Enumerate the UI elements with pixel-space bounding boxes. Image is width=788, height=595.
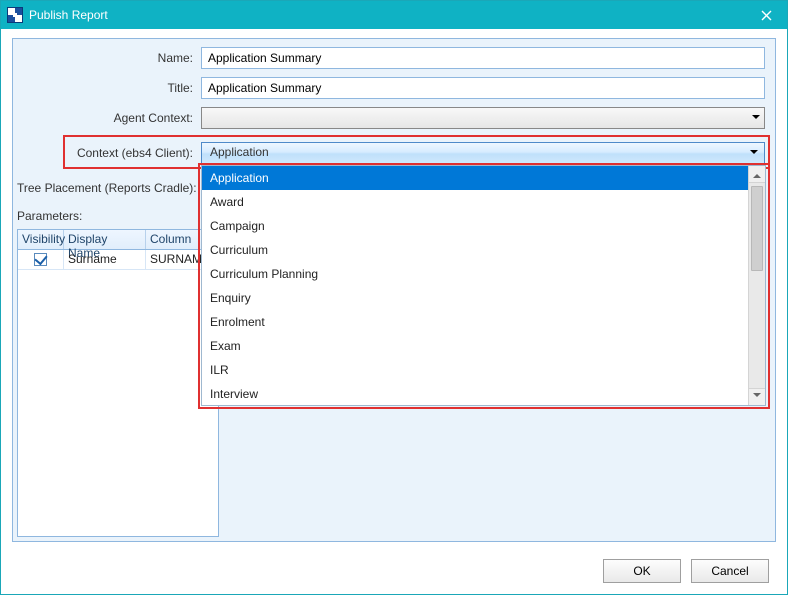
col-header-display-name[interactable]: Display Name xyxy=(64,230,146,249)
dialog-footer: OK Cancel xyxy=(1,548,787,594)
chevron-down-icon xyxy=(750,148,758,158)
grid-cell-visibility[interactable] xyxy=(18,250,64,269)
parameters-label: Parameters: xyxy=(17,209,82,223)
dropdown-item[interactable]: Curriculum xyxy=(202,238,765,262)
cancel-button[interactable]: Cancel xyxy=(691,559,769,583)
dropdown-item[interactable]: Enrolment xyxy=(202,310,765,334)
col-header-visibility[interactable]: Visibility xyxy=(18,230,64,249)
scroll-down-button[interactable] xyxy=(749,388,765,405)
parameters-grid: Visibility Display Name Column Surname S… xyxy=(17,229,219,537)
dropdown-item[interactable]: Enquiry xyxy=(202,286,765,310)
dropdown-item[interactable]: Interview xyxy=(202,382,765,406)
dropdown-item[interactable]: ILR xyxy=(202,358,765,382)
scroll-up-button[interactable] xyxy=(749,166,765,183)
app-icon xyxy=(7,7,23,23)
dropdown-item[interactable]: Application xyxy=(202,166,765,190)
grid-row[interactable]: Surname SURNAME xyxy=(18,250,218,270)
context-client-value: Application xyxy=(210,145,269,159)
dropdown-item[interactable]: Campaign xyxy=(202,214,765,238)
scroll-thumb[interactable] xyxy=(751,186,763,271)
context-client-label: Context (ebs4 Client): xyxy=(13,146,201,160)
context-client-combo[interactable]: Application xyxy=(201,142,765,164)
tree-placement-label: Tree Placement (Reports Cradle): xyxy=(17,181,197,195)
context-client-dropdown[interactable]: Application Award Campaign Curriculum Cu… xyxy=(201,165,766,406)
titlebar: Publish Report xyxy=(1,1,787,29)
title-label: Title: xyxy=(13,81,201,95)
grid-cell-display-name[interactable]: Surname xyxy=(64,250,146,269)
agent-context-label: Agent Context: xyxy=(13,111,201,125)
close-icon xyxy=(761,10,772,21)
close-button[interactable] xyxy=(745,1,787,29)
title-input[interactable] xyxy=(201,77,765,99)
visibility-checkbox[interactable] xyxy=(34,253,47,266)
dropdown-item[interactable]: Award xyxy=(202,190,765,214)
name-input[interactable] xyxy=(201,47,765,69)
name-label: Name: xyxy=(13,51,201,65)
window-title: Publish Report xyxy=(29,8,108,22)
dropdown-item[interactable]: Curriculum Planning xyxy=(202,262,765,286)
grid-header-row: Visibility Display Name Column xyxy=(18,230,218,250)
agent-context-combo[interactable] xyxy=(201,107,765,129)
client-area: Name: Title: Agent Context: Context (ebs… xyxy=(1,29,787,594)
ok-button[interactable]: OK xyxy=(603,559,681,583)
dropdown-scrollbar[interactable] xyxy=(748,166,765,405)
form-panel: Name: Title: Agent Context: Context (ebs… xyxy=(12,38,776,542)
chevron-down-icon xyxy=(752,113,760,123)
dropdown-item[interactable]: Exam xyxy=(202,334,765,358)
